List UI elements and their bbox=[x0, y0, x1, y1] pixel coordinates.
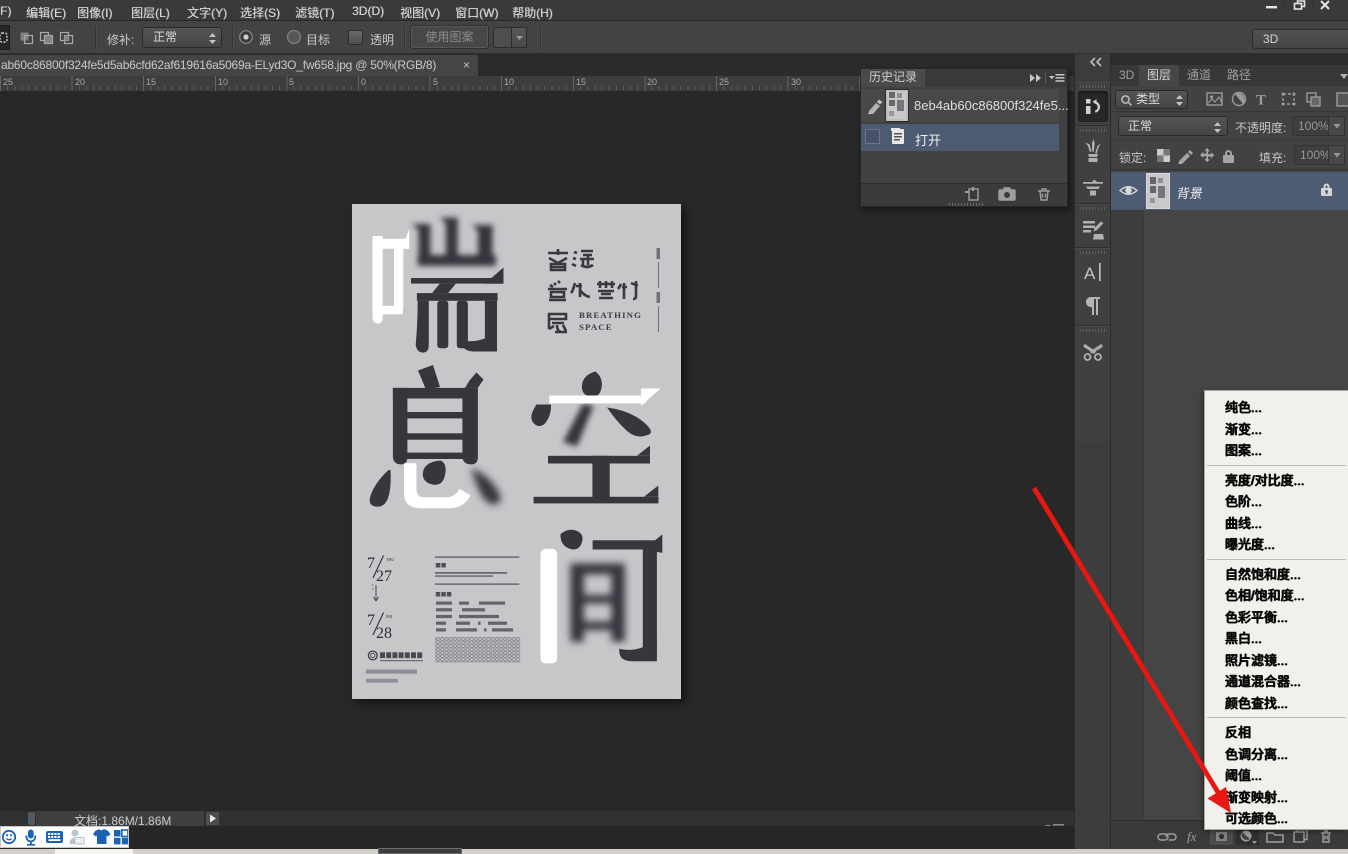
svg-text:A: A bbox=[1084, 264, 1096, 283]
svg-text:7: 7 bbox=[367, 555, 375, 572]
svg-text:28: 28 bbox=[376, 625, 392, 642]
svg-text:T: T bbox=[1256, 93, 1266, 109]
svg-text:SPACE: SPACE bbox=[579, 322, 613, 332]
svg-text:fx: fx bbox=[1187, 829, 1197, 844]
svg-text:THU: THU bbox=[386, 557, 394, 562]
svg-text:27: 27 bbox=[376, 568, 392, 585]
svg-text:13: 13 bbox=[76, 839, 82, 845]
svg-text:7: 7 bbox=[367, 612, 375, 629]
svg-text:FRI: FRI bbox=[386, 614, 393, 619]
svg-text:BREATHING: BREATHING bbox=[579, 310, 642, 320]
